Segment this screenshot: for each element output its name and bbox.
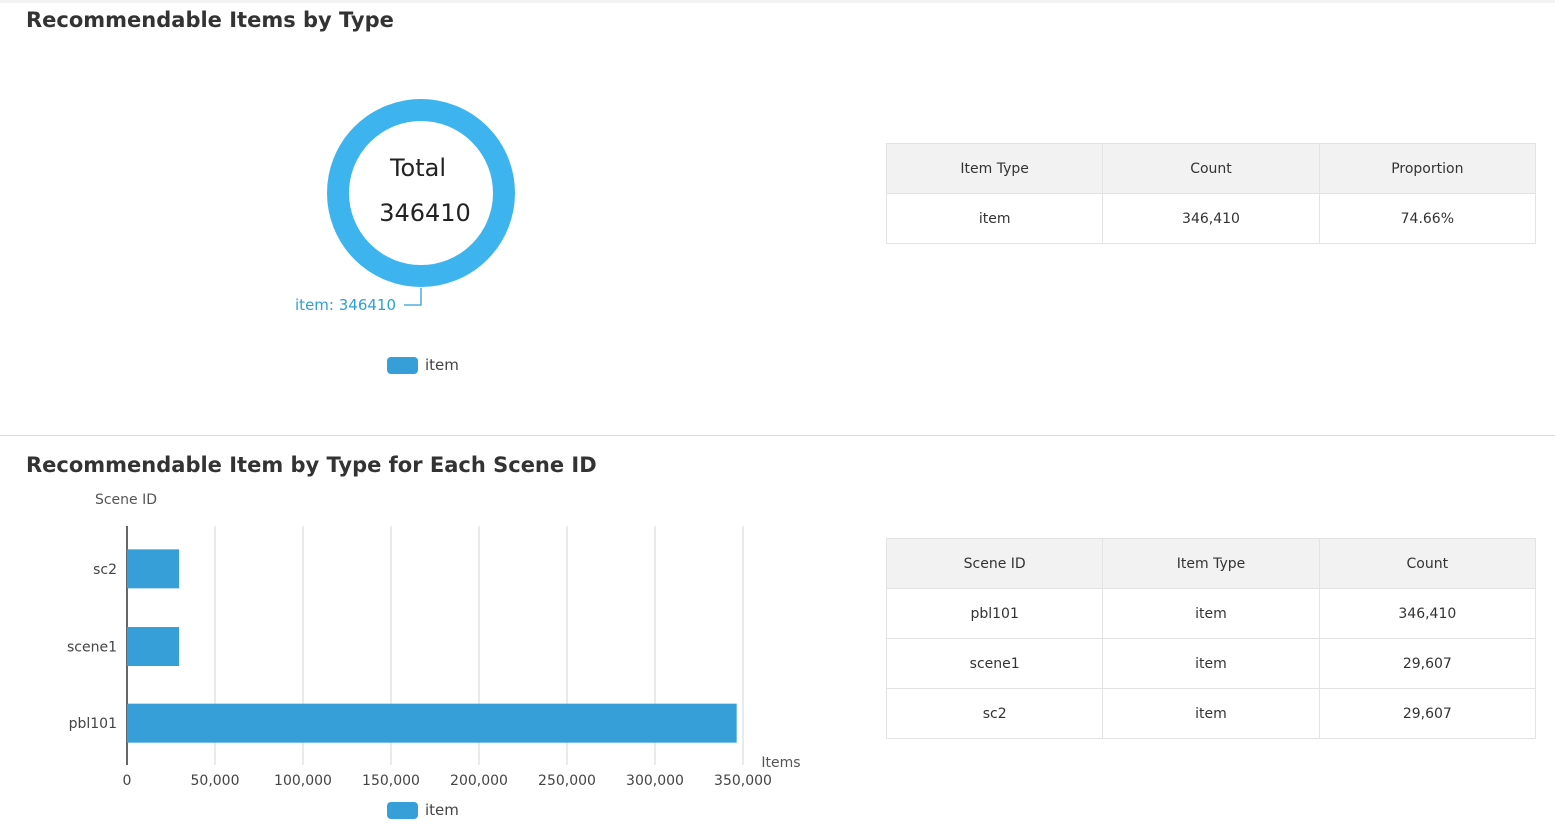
bar-sc2[interactable]	[127, 549, 180, 589]
table-cell: 29,607	[1318, 638, 1537, 689]
table-cell: 346,410	[1102, 193, 1320, 244]
donut-center-value: 346410	[379, 199, 471, 227]
table-header-cell: Scene ID	[885, 538, 1104, 589]
x-tick-label: 100,000	[274, 773, 332, 789]
top-rule	[0, 0, 1555, 3]
table-cell: item	[1102, 638, 1320, 689]
scene-table: Scene ID Item Type Count pbl101 item 346,410…	[885, 538, 1537, 739]
table-header-cell: Proportion	[1318, 143, 1537, 194]
table-header-cell: Item Type	[1102, 538, 1320, 589]
donut-center-label: Total	[389, 154, 446, 182]
table-cell: item	[1102, 688, 1320, 739]
x-axis-title: Items	[761, 755, 800, 771]
legend-label-item: item	[425, 356, 459, 374]
donut-legend[interactable]: item	[387, 356, 459, 374]
table-header-cell: Item Type	[885, 143, 1104, 194]
table-header-cell: Count	[1102, 143, 1320, 194]
slice-label-line	[404, 288, 422, 306]
table-cell: scene1	[885, 638, 1104, 689]
table-row: item 346,410 74.66%	[885, 193, 1537, 244]
table-cell: 346,410	[1318, 588, 1537, 639]
y-tick-label: pbl101	[69, 716, 117, 732]
bar-legend[interactable]: item	[387, 801, 459, 819]
table-cell: 74.66%	[1318, 193, 1537, 244]
x-tick-label: 250,000	[538, 773, 596, 789]
legend-swatch-item	[387, 801, 418, 819]
table-row: pbl101 item 346,410	[885, 588, 1537, 639]
table-cell: 29,607	[1318, 688, 1537, 739]
legend-swatch-item	[387, 356, 418, 374]
table-cell: sc2	[885, 688, 1104, 739]
table-row: sc2 item 29,607	[885, 688, 1537, 739]
slice-label-item: item: 346410	[295, 296, 396, 314]
x-tick-label: 300,000	[626, 773, 684, 789]
item-type-table: Item Type Count Proportion item 346,410 74.6…	[885, 143, 1537, 244]
section-title-by-scene: Recommendable Item by Type for Each Scen…	[26, 453, 597, 477]
x-tick-label: 50,000	[191, 773, 240, 789]
section-divider	[0, 435, 1555, 436]
x-tick-label: 200,000	[450, 773, 508, 789]
table-cell: item	[1102, 588, 1320, 639]
y-axis-title: Scene ID	[95, 492, 157, 508]
bar-scene1[interactable]	[127, 627, 180, 666]
table-header-row: Scene ID Item Type Count	[885, 538, 1537, 589]
scene-bar-chart: 0 50,000 100,000 150,000 200,000 250,000 300,0…	[67, 492, 801, 789]
table-header-cell: Count	[1318, 538, 1537, 589]
y-tick-label: sc2	[93, 562, 117, 578]
donut-slice-item[interactable]	[327, 99, 515, 287]
x-tick-label: 350,000	[714, 773, 772, 789]
table-cell: item	[885, 193, 1104, 244]
table-cell: pbl101	[885, 588, 1104, 639]
section-title-items-by-type: Recommendable Items by Type	[26, 8, 394, 32]
legend-label-item: item	[425, 801, 459, 819]
y-tick-label: scene1	[67, 640, 117, 656]
x-tick-label: 150,000	[362, 773, 420, 789]
table-row: scene1 item 29,607	[885, 638, 1537, 689]
x-tick-label: 0	[123, 773, 132, 789]
bar-pbl101[interactable]	[127, 703, 737, 743]
table-header-row: Item Type Count Proportion	[885, 143, 1537, 194]
